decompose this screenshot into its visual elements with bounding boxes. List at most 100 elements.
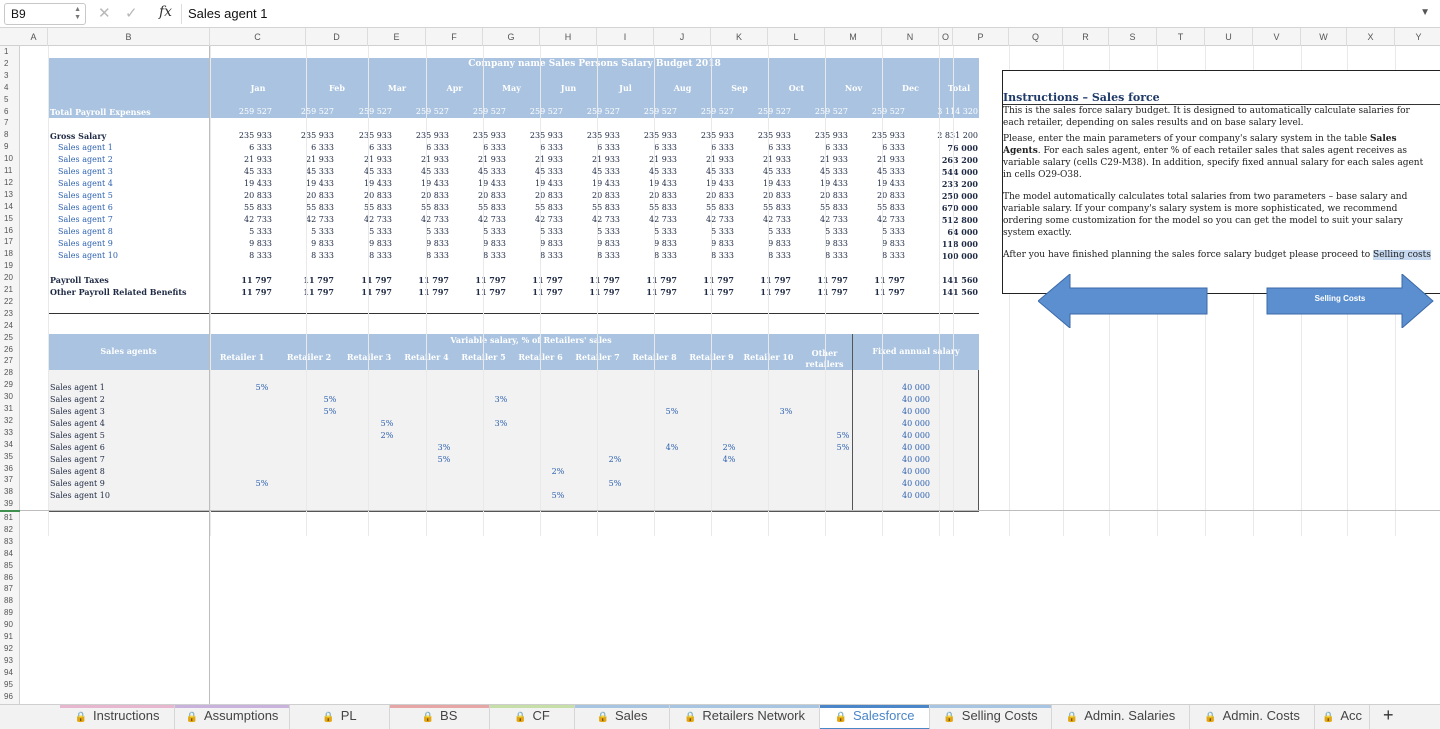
row-header-81[interactable]: 81 [0,512,20,523]
variable-agent-label[interactable]: Sales agent 2 [50,394,105,406]
variable-pct-cell[interactable]: 5% [367,418,407,430]
variable-pct-cell[interactable]: 3% [424,442,464,454]
budget-agent-label[interactable]: Sales agent 8 [58,226,113,238]
column-header-t[interactable]: T [1157,28,1205,46]
budget-agent-label[interactable]: Sales agent 1 [58,142,113,154]
retailers-network-button[interactable]: Retailers Network [1037,272,1327,330]
column-header-f[interactable]: F [426,28,483,46]
column-header-p[interactable]: P [953,28,1009,46]
function-icon[interactable]: fx [159,4,172,20]
column-header-r[interactable]: R [1063,28,1109,46]
variable-pct-cell[interactable]: 3% [481,418,521,430]
row-header-87[interactable]: 87 [0,583,20,594]
row-header-90[interactable]: 90 [0,619,20,630]
column-header-s[interactable]: S [1109,28,1157,46]
selling-costs-button[interactable]: Selling Costs [1266,272,1434,330]
row-header-82[interactable]: 82 [0,524,20,535]
variable-agent-label[interactable]: Sales agent 5 [50,430,105,442]
variable-pct-cell[interactable]: 3% [481,394,521,406]
row-header-91[interactable]: 91 [0,631,20,642]
row-header-7[interactable]: 7 [0,117,20,128]
column-header-o[interactable]: O [939,28,953,46]
row-header-12[interactable]: 12 [0,177,20,188]
row-header-6[interactable]: 6 [0,106,20,117]
confirm-icon[interactable]: ✓ [125,4,138,22]
row-header-5[interactable]: 5 [0,94,20,105]
column-header-x[interactable]: X [1347,28,1395,46]
budget-agent-label[interactable]: Sales agent 6 [58,202,113,214]
row-header-8[interactable]: 8 [0,129,20,140]
row-header-18[interactable]: 18 [0,248,20,259]
budget-agent-label[interactable]: Sales agent 2 [58,154,113,166]
row-header-35[interactable]: 35 [0,451,20,462]
row-header-39[interactable]: 39 [0,498,20,509]
sheet-tab-admin-costs[interactable]: 🔒 Admin. Costs [1190,705,1315,729]
budget-agent-label[interactable]: Sales agent 4 [58,178,113,190]
sheet-tab-cf[interactable]: 🔒 CF [490,705,575,729]
column-header-k[interactable]: K [711,28,768,46]
column-header-i[interactable]: I [597,28,654,46]
row-header-25[interactable]: 25 [0,332,20,343]
row-header-33[interactable]: 33 [0,427,20,438]
fixed-salary-cell[interactable]: 40 000 [876,442,956,454]
row-header-85[interactable]: 85 [0,560,20,571]
variable-agent-label[interactable]: Sales agent 4 [50,418,105,430]
row-header-88[interactable]: 88 [0,595,20,606]
budget-agent-label[interactable]: Sales agent 3 [58,166,113,178]
row-header-93[interactable]: 93 [0,655,20,666]
row-header-29[interactable]: 29 [0,379,20,390]
sheet-tab-bs[interactable]: 🔒 BS [390,705,490,729]
sheet-tab-admin-salaries[interactable]: 🔒 Admin. Salaries [1052,705,1190,729]
row-header-9[interactable]: 9 [0,141,20,152]
row-header-3[interactable]: 3 [0,70,20,81]
row-header-36[interactable]: 36 [0,463,20,474]
row-header-21[interactable]: 21 [0,284,20,295]
variable-agent-label[interactable]: Sales agent 8 [50,466,105,478]
fixed-salary-cell[interactable]: 40 000 [876,394,956,406]
fixed-salary-cell[interactable]: 40 000 [876,478,956,490]
variable-pct-cell[interactable]: 5% [595,478,635,490]
row-header-2[interactable]: 2 [0,58,20,69]
row-header-38[interactable]: 38 [0,486,20,497]
budget-agent-label[interactable]: Sales agent 7 [58,214,113,226]
variable-pct-cell[interactable]: 5% [310,394,350,406]
name-box[interactable]: B9 ▲ ▼ [4,3,86,25]
row-header-14[interactable]: 14 [0,201,20,212]
column-header-d[interactable]: D [306,28,368,46]
budget-agent-label[interactable]: Sales agent 10 [58,250,118,262]
row-header-16[interactable]: 16 [0,225,20,236]
row-header-94[interactable]: 94 [0,667,20,678]
variable-pct-cell[interactable]: 5% [823,442,863,454]
sheet-tab-pl[interactable]: 🔒 PL [290,705,390,729]
row-header-20[interactable]: 20 [0,272,20,283]
fixed-salary-cell[interactable]: 40 000 [876,454,956,466]
row-header-4[interactable]: 4 [0,82,20,93]
row-header-37[interactable]: 37 [0,474,20,485]
sheet-tab-retailers-network[interactable]: 🔒 Retailers Network [670,705,820,729]
variable-pct-cell[interactable]: 5% [823,430,863,442]
column-header-h[interactable]: H [540,28,597,46]
fixed-salary-cell[interactable]: 40 000 [876,382,956,394]
column-header-u[interactable]: U [1205,28,1253,46]
add-sheet-icon[interactable]: + [1383,705,1394,726]
variable-pct-cell[interactable]: 5% [538,490,578,502]
variable-pct-cell[interactable]: 5% [310,406,350,418]
column-header-a[interactable]: A [20,28,48,46]
row-header-1[interactable]: 1 [0,46,20,57]
name-box-spinner-icon[interactable]: ▲ ▼ [74,6,81,22]
fixed-salary-cell[interactable]: 40 000 [876,466,956,478]
row-header-31[interactable]: 31 [0,403,20,414]
row-header-30[interactable]: 30 [0,391,20,402]
sheet-tab-assumptions[interactable]: 🔒 Assumptions [175,705,290,729]
formula-input[interactable]: Sales agent 1 [188,6,268,21]
variable-agent-label[interactable]: Sales agent 7 [50,454,105,466]
fixed-salary-cell[interactable]: 40 000 [876,406,956,418]
column-header-j[interactable]: J [654,28,711,46]
budget-agent-label[interactable]: Sales agent 9 [58,238,113,250]
row-header-89[interactable]: 89 [0,607,20,618]
row-header-28[interactable]: 28 [0,367,20,378]
variable-pct-cell[interactable]: 5% [424,454,464,466]
fixed-salary-cell[interactable]: 40 000 [876,430,956,442]
row-header-27[interactable]: 27 [0,355,20,366]
row-header-24[interactable]: 24 [0,320,20,331]
